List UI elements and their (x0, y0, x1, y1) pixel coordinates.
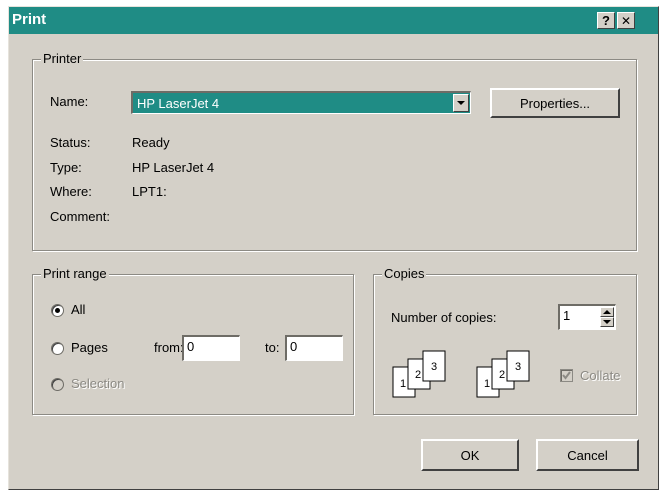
chevron-down-icon (457, 101, 465, 105)
spin-up-button[interactable] (600, 307, 614, 317)
svg-text:1: 1 (484, 378, 490, 390)
status-label: Status: (50, 135, 91, 150)
copies-group: Copies Number of copies: 1 1 2 3 1 2 3 C… (373, 266, 637, 415)
from-label: from: (154, 340, 184, 355)
copies-value: 1 (563, 308, 571, 323)
collate-pages-icon-2: 1 2 3 (476, 350, 530, 398)
chevron-down-icon (603, 320, 611, 324)
svg-text:1: 1 (400, 378, 406, 390)
collate-checkbox[interactable] (560, 369, 573, 382)
collate-pages-icon: 1 2 3 (392, 350, 446, 398)
to-label: to: (265, 340, 280, 355)
from-input[interactable]: 0 (182, 335, 240, 361)
cancel-button-label: Cancel (567, 447, 608, 463)
help-button[interactable]: ? (597, 12, 615, 29)
printer-group: Printer Name: HP LaserJet 4 Properties..… (32, 51, 637, 251)
ok-button-label: OK (460, 447, 480, 463)
selection-label[interactable]: Selection (71, 376, 124, 391)
type-label: Type: (50, 160, 82, 175)
comment-label: Comment: (50, 209, 110, 224)
number-of-copies-label: Number of copies: (391, 310, 497, 325)
cancel-button[interactable]: Cancel (536, 439, 639, 471)
close-icon: ✕ (620, 13, 632, 28)
svg-text:3: 3 (431, 361, 437, 373)
collate-label[interactable]: Collate (580, 368, 620, 383)
printer-name-value: HP LaserJet 4 (137, 96, 220, 111)
where-value: LPT1: (132, 184, 167, 199)
status-value: Ready (132, 135, 170, 150)
dropdown-button[interactable] (453, 94, 469, 112)
pages-radio[interactable] (51, 342, 64, 355)
print-dialog: Print ? ✕ Printer Name: HP LaserJet 4 Pr… (8, 6, 659, 490)
title-bar[interactable]: Print ? ✕ (9, 7, 658, 34)
copies-input[interactable]: 1 (558, 304, 616, 330)
all-label[interactable]: All (71, 302, 85, 317)
to-input[interactable]: 0 (285, 335, 343, 361)
printer-name-select[interactable]: HP LaserJet 4 (131, 91, 471, 114)
print-range-group: Print range All Pages from: 0 to: 0 Sele… (32, 266, 354, 415)
all-radio[interactable] (51, 304, 64, 317)
copies-legend: Copies (382, 266, 427, 281)
name-label: Name: (50, 94, 89, 109)
ok-button[interactable]: OK (421, 439, 519, 471)
spin-down-button[interactable] (600, 317, 614, 327)
print-range-legend: Print range (41, 266, 109, 281)
printer-legend: Printer (41, 51, 84, 66)
window-title: Print (12, 11, 47, 28)
svg-text:2: 2 (415, 369, 421, 381)
type-value: HP LaserJet 4 (132, 160, 215, 175)
pages-label[interactable]: Pages (71, 340, 108, 355)
svg-text:3: 3 (515, 361, 521, 373)
properties-button-label: Properties... (519, 95, 591, 111)
close-button[interactable]: ✕ (617, 12, 635, 29)
where-label: Where: (50, 184, 92, 199)
selection-radio[interactable] (51, 378, 64, 391)
chevron-up-icon (603, 310, 611, 314)
checkmark-icon (562, 371, 571, 380)
properties-button[interactable]: Properties... (490, 88, 620, 118)
help-icon: ? (602, 13, 610, 28)
svg-text:2: 2 (499, 369, 505, 381)
